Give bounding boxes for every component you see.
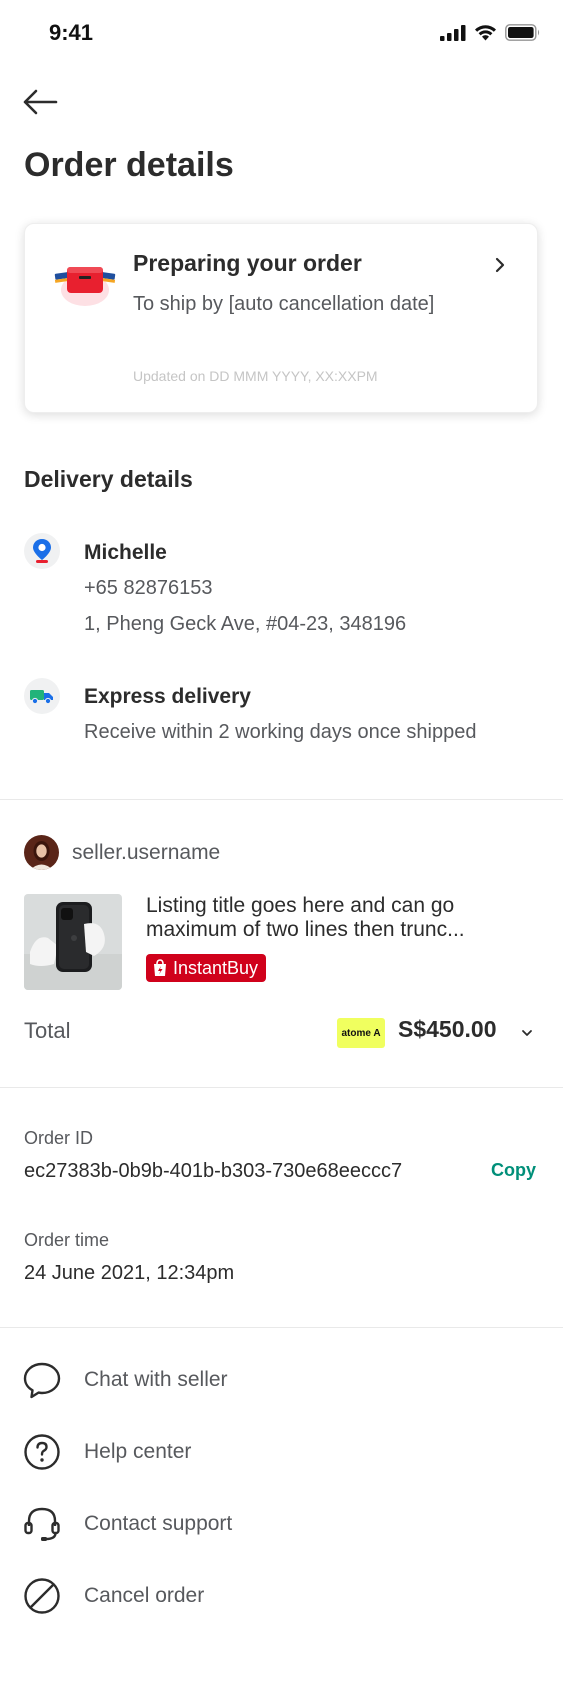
delivery-truck-icon bbox=[24, 678, 60, 714]
chevron-right-icon bbox=[495, 257, 505, 273]
chat-bubble-icon bbox=[23, 1362, 61, 1399]
seller-username[interactable]: seller.username bbox=[72, 841, 220, 865]
wifi-icon bbox=[475, 25, 496, 41]
divider bbox=[0, 1087, 563, 1088]
chat-with-seller-button[interactable]: Chat with seller bbox=[0, 1352, 563, 1408]
chat-with-seller-label: Chat with seller bbox=[84, 1368, 228, 1391]
order-status-updated: Updated on DD MMM YYYY, XX:XXPM bbox=[133, 368, 378, 384]
back-button[interactable] bbox=[22, 84, 62, 120]
product-thumbnail[interactable] bbox=[24, 894, 122, 990]
cancel-order-label: Cancel order bbox=[84, 1584, 205, 1607]
recipient-phone: +65 82876153 bbox=[84, 577, 213, 599]
help-center-button[interactable]: Help center bbox=[0, 1424, 563, 1480]
order-id-label: Order ID bbox=[24, 1128, 94, 1148]
divider bbox=[0, 799, 563, 800]
cellular-signal-icon bbox=[440, 24, 466, 41]
arrow-left-icon bbox=[23, 89, 58, 115]
total-label: Total bbox=[24, 1018, 71, 1043]
cancel-order-button[interactable]: Cancel order bbox=[0, 1568, 563, 1624]
chevron-down-icon[interactable] bbox=[521, 1028, 533, 1038]
recipient-address: 1, Pheng Geck Ave, #04-23, 348196 bbox=[84, 613, 407, 635]
package-icon bbox=[54, 267, 116, 306]
question-circle-icon bbox=[24, 1434, 60, 1470]
location-pin-icon bbox=[24, 533, 60, 569]
instantbuy-label: InstantBuy bbox=[173, 957, 259, 978]
delivery-method-description: Receive within 2 working days once shipp… bbox=[84, 721, 477, 743]
order-status-title: Preparing your order bbox=[133, 250, 362, 276]
status-bar: 9:41 bbox=[0, 0, 563, 70]
delivery-method-title: Express delivery bbox=[84, 685, 251, 708]
status-icons bbox=[440, 24, 541, 41]
battery-icon bbox=[505, 24, 540, 41]
help-center-label: Help center bbox=[84, 1440, 192, 1463]
order-time-value: 24 June 2021, 12:34pm bbox=[24, 1262, 235, 1284]
cancel-circle-icon bbox=[24, 1578, 60, 1614]
contact-support-label: Contact support bbox=[84, 1512, 233, 1535]
delivery-details-heading: Delivery details bbox=[24, 466, 193, 492]
order-status-subtitle: To ship by [auto cancellation date] bbox=[133, 293, 435, 315]
recipient-name: Michelle bbox=[84, 541, 167, 564]
total-amount[interactable]: S$450.00 bbox=[398, 1016, 496, 1043]
order-id-value: ec27383b-0b9b-401b-b303-730e68eeccc7 bbox=[24, 1160, 403, 1182]
status-time: 9:41 bbox=[49, 20, 94, 45]
page-title: Order details bbox=[24, 146, 234, 184]
contact-support-button[interactable]: Contact support bbox=[0, 1496, 563, 1552]
order-time-label: Order time bbox=[24, 1230, 110, 1250]
copy-order-id-button[interactable]: Copy bbox=[491, 1160, 536, 1181]
seller-avatar[interactable] bbox=[24, 835, 59, 870]
divider bbox=[0, 1327, 563, 1328]
product-title[interactable]: Listing title goes here and can go maxim… bbox=[146, 894, 516, 942]
lightning-bag-icon bbox=[154, 959, 166, 976]
instantbuy-badge: InstantBuy bbox=[146, 954, 267, 982]
headset-icon bbox=[24, 1507, 60, 1541]
atome-payment-badge: atome A bbox=[337, 1018, 385, 1048]
order-status-card[interactable]: Preparing your order To ship by [auto ca… bbox=[24, 223, 538, 413]
